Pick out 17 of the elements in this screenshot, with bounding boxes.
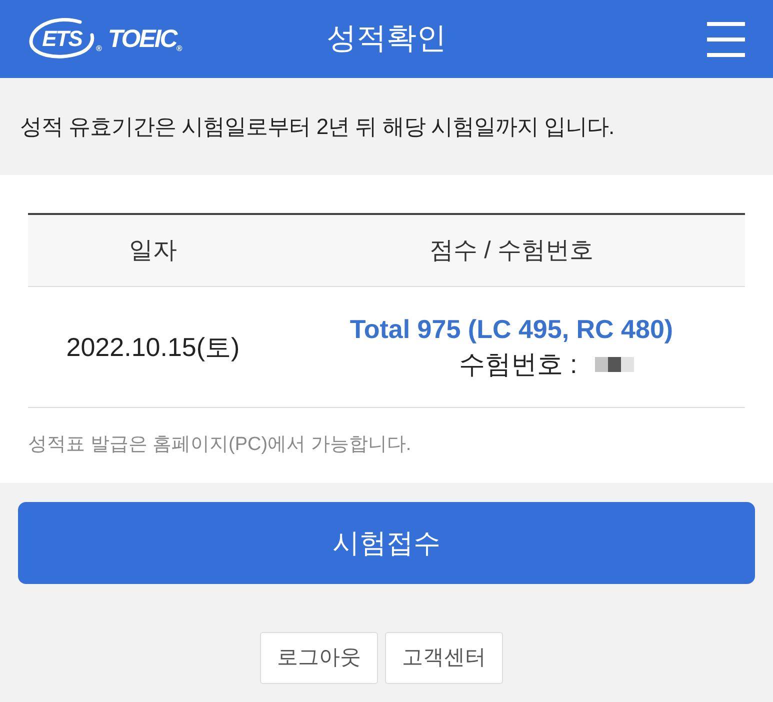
column-header: 점수 / 수험번호 — [429, 236, 594, 266]
page-title: 성적확인 — [326, 24, 446, 54]
footnote-text: 성적표 발급은 홈페이지(PC)에서 가능합니다. — [28, 433, 412, 457]
footer-button[interactable]: 고객센터 — [385, 632, 503, 684]
score-text: Total 975 (LC 495, RC 480) — [350, 313, 674, 346]
footer-button[interactable]: 로그아웃 — [260, 632, 378, 684]
registered-mark: ® — [96, 45, 102, 53]
exam-number-label: 수험번호 : — [458, 348, 578, 381]
menu-icon[interactable] — [707, 22, 745, 56]
column-header: 일자 — [129, 236, 177, 266]
date-cell-text: 2022.10.15(토) — [66, 330, 240, 364]
logo-mark-text: ETS — [42, 28, 82, 50]
swoosh-icon — [28, 17, 96, 61]
logo-wordmark: TOEIC — [108, 26, 176, 52]
registered-mark: ® — [176, 45, 182, 53]
notice-text: 성적 유효기간은 시험일로부터 2년 뒤 해당 시험일까지 입니다. — [20, 113, 614, 141]
register-exam-button[interactable]: 시험접수 — [18, 502, 755, 584]
